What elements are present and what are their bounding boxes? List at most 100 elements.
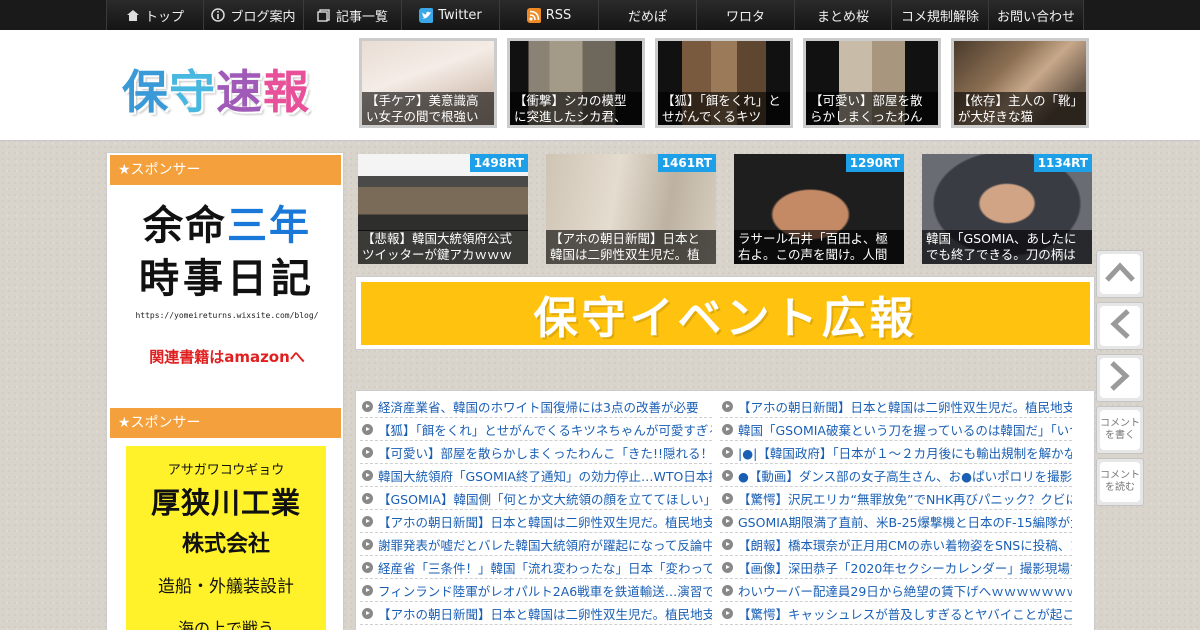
rt-thumb[interactable]: 1461RT 【アホの朝日新聞】日本と韓国は二卵性双生児だ。植 [546, 154, 716, 264]
sponsor-ad-asagawa[interactable]: アサガワコウギョウ 厚狭川工業 株式会社 造船・外艤装設計 海の上で戦う [126, 446, 326, 630]
nav-label: お問い合わせ [996, 9, 1075, 25]
header-thumb[interactable]: 【衝撃】シカの模型に突進したシカ君、 [507, 38, 645, 128]
write-comment-button[interactable]: コメントを書く [1096, 406, 1144, 454]
nav-comment-unban[interactable]: コメ規制解除 [891, 0, 988, 30]
nav-top[interactable]: トップ [106, 0, 203, 30]
thumb-caption: 【狐】「餌をくれ」とせがんでくるキツ [658, 92, 790, 125]
bullet-icon [722, 607, 733, 619]
header-thumb[interactable]: 【狐】「餌をくれ」とせがんでくるキツ [655, 38, 793, 128]
nav-label: ブログ案内 [230, 9, 296, 25]
rss-icon [526, 7, 541, 23]
list-item[interactable]: 【GSOMIA】韓国側「何とか文大統領の顔を立ててほしい」 [360, 487, 712, 510]
ad-amazon-link[interactable]: 関連書籍はamazonへ [127, 346, 327, 367]
forward-button[interactable] [1096, 354, 1144, 402]
header-thumb[interactable]: 【手ケア】美意識高い女子の間で根強い [359, 38, 497, 128]
list-item[interactable]: 【アホの朝日新聞】日本と韓国は二卵性双生児だ。植民地支配 [360, 510, 712, 533]
bullet-icon [722, 538, 733, 550]
article-column-left: 経済産業省、韓国のホワイト国復帰には3点の改善が必要 【狐】「餌をくれ」とせがん… [360, 395, 712, 625]
list-item[interactable]: わいウーバー配達員29日から絶望の賃下げへｗｗｗｗｗｗｗｗ [720, 579, 1072, 602]
bullet-icon [722, 469, 733, 481]
nav-label: RSS [545, 7, 572, 23]
rt-thumb[interactable]: 1290RT ラサール石井「百田よ、極右よ。この声を聞け。人間 [734, 154, 904, 264]
sponsor-heading: ★スポンサー [110, 155, 341, 185]
list-item[interactable]: 【狐】「餌をくれ」とせがんでくるキツネちゃんが可愛すぎる [360, 418, 712, 441]
list-item[interactable]: 韓国大統領府「GSOMIA終了通知」の効力停止…WTO日本提訴 [360, 464, 712, 487]
event-banner[interactable]: 保守イベント広報 [361, 282, 1090, 345]
article-title: 韓国「GSOMIA破棄という刀を握っているのは韓国だ」「いつ [738, 422, 1072, 438]
bullet-icon [362, 423, 373, 435]
top-nav: トップ ブログ案内 記事一覧 Twitter RSS だめぽ ワロタ まとめ桜 … [0, 0, 1200, 30]
bullet-icon [362, 515, 373, 527]
nav-label: だめぽ [627, 9, 667, 25]
list-icon [317, 8, 331, 22]
thumb-caption: 【可愛い】部屋を散らかしまくったわん [806, 92, 938, 125]
sponsor-ad-yomei[interactable]: 余命三年 時事日記 https://yomeireturns.wixsite.c… [127, 201, 327, 367]
thumb-caption: 【手ケア】美意識高い女子の間で根強い [362, 92, 494, 125]
list-item[interactable]: |●|【韓国政府】「日本が１～２カ月後にも輸出規制を解かない [720, 441, 1072, 464]
list-item[interactable]: フィンランド陸軍がレオパルト2A6戦車を鉄道輸送…演習で搭 [360, 579, 712, 602]
nav-matome-sakura[interactable]: まとめ桜 [794, 0, 891, 30]
list-item[interactable]: 【画像】深田恭子「2020年セクシーカレンダー」撮影現場でと [720, 556, 1072, 579]
article-title: GSOMIA期限満了直前、米B-25爆撃機と日本のF-15編隊が大韓 [738, 514, 1072, 530]
article-title: 【画像】深田恭子「2020年セクシーカレンダー」撮影現場でと [738, 560, 1072, 576]
ad-text: 三年 [227, 203, 311, 249]
header-thumb[interactable]: 【依存】主人の「靴」が大好きな猫 [951, 38, 1089, 128]
rt-count-badge: 1498RT [469, 154, 528, 172]
chevron-up-icon [1104, 261, 1136, 287]
logo-char: 速 [216, 65, 263, 119]
ad-business: 造船・外艤装設計 [158, 577, 294, 597]
article-title: 【アホの朝日新聞】日本と韓国は二卵性双生児だ。植民地支配 [378, 514, 712, 530]
header-thumb[interactable]: 【可愛い】部屋を散らかしまくったわん [803, 38, 941, 128]
rt-thumb[interactable]: 1498RT 【悲報】韓国大統領府公式ツイッターが鍵アカｗｗｗ [358, 154, 528, 264]
nav-twitter[interactable]: Twitter [401, 0, 499, 30]
article-title: 【狐】「餌をくれ」とせがんでくるキツネちゃんが可愛すぎる [378, 422, 712, 438]
bullet-icon [362, 400, 373, 412]
article-title: わいウーバー配達員29日から絶望の賃下げへｗｗｗｗｗｗｗｗ [738, 583, 1072, 599]
article-title: 【可愛い】部屋を散らかしまくったわんこ「きた!!隠れる！」 [378, 445, 712, 461]
article-title: 経済産業省、韓国のホワイト国復帰には3点の改善が必要 [378, 399, 699, 415]
scroll-top-button[interactable] [1096, 250, 1144, 298]
article-title: 【アホの朝日新聞】日本と韓国は二卵性双生児だ。植民地支配 [378, 606, 712, 622]
logo-char: 報 [263, 65, 310, 119]
list-item[interactable]: 経産省「三条件！」韓国「流れ変わったな」日本「変わってな [360, 556, 712, 579]
list-item[interactable]: 韓国「GSOMIA破棄という刀を握っているのは韓国だ」「いつ [720, 418, 1072, 441]
bullet-icon [722, 515, 733, 527]
list-item[interactable]: 【アホの朝日新聞】日本と韓国は二卵性双生児だ。植民地支配 [360, 602, 712, 625]
logo-char: 守 [169, 65, 216, 119]
site-logo[interactable]: 保守速報 [122, 56, 310, 122]
ad-title-line1: 余命三年 [127, 201, 327, 251]
list-item[interactable]: 【驚愕】キャッシュレスが普及しすぎるとヤバイことが起こる [720, 602, 1072, 625]
nav-label: まとめ桜 [816, 9, 869, 25]
bullet-icon [722, 400, 733, 412]
list-item[interactable]: 謝罪発表が嘘だとバレた韓国大統領府が躍起になって反論中 [360, 533, 712, 556]
back-button[interactable] [1096, 302, 1144, 350]
nav-damepo[interactable]: だめぽ [598, 0, 696, 30]
bullet-icon [722, 492, 733, 504]
read-comment-button[interactable]: コメントを読む [1096, 458, 1144, 506]
list-item[interactable]: 【可愛い】部屋を散らかしまくったわんこ「きた!!隠れる！」 [360, 441, 712, 464]
rt-thumb[interactable]: 1134RT 韓国「GSOMIA、あしたにでも終了できる。刀の柄は [922, 154, 1092, 264]
nav-label: Twitter [438, 7, 482, 23]
nav-warota[interactable]: ワロタ [696, 0, 794, 30]
left-sidebar: ★スポンサー 余命三年 時事日記 https://yomeireturns.wi… [106, 152, 344, 630]
article-title: 【アホの朝日新聞】日本と韓国は二卵性双生児だ。植民地支配 [738, 399, 1072, 415]
list-item[interactable]: 【朗報】橋本環奈が正月用CMの赤い着物姿をSNSに投稿、1時 [720, 533, 1072, 556]
nav-contact[interactable]: お問い合わせ [988, 0, 1084, 30]
nav-label: 記事一覧 [335, 9, 388, 25]
info-icon [211, 8, 226, 22]
thumb-caption: 【アホの朝日新聞】日本と韓国は二卵性双生児だ。植 [546, 230, 716, 264]
list-item[interactable]: 経済産業省、韓国のホワイト国復帰には3点の改善が必要 [360, 395, 712, 418]
nav-article-list[interactable]: 記事一覧 [303, 0, 401, 30]
nav-blog-info[interactable]: ブログ案内 [203, 0, 303, 30]
nav-rss[interactable]: RSS [499, 0, 598, 30]
bullet-icon [362, 607, 373, 619]
list-item[interactable]: 【驚愕】沢尻エリカ“無罪放免”でNHK再びパニック？クビにし [720, 487, 1072, 510]
ad-kana: アサガワコウギョウ [167, 463, 285, 478]
list-item[interactable]: ●【動画】ダンス部の女子高生さん、お●ぱいポロリを撮影され [720, 464, 1072, 487]
bullet-icon [722, 584, 733, 596]
list-item[interactable]: GSOMIA期限満了直前、米B-25爆撃機と日本のF-15編隊が大韓 [720, 510, 1072, 533]
bullet-icon [362, 561, 373, 573]
article-title: 【朗報】橋本環奈が正月用CMの赤い着物姿をSNSに投稿、1時 [738, 537, 1072, 553]
list-item[interactable]: 【アホの朝日新聞】日本と韓国は二卵性双生児だ。植民地支配 [720, 395, 1072, 418]
bullet-icon [362, 469, 373, 481]
